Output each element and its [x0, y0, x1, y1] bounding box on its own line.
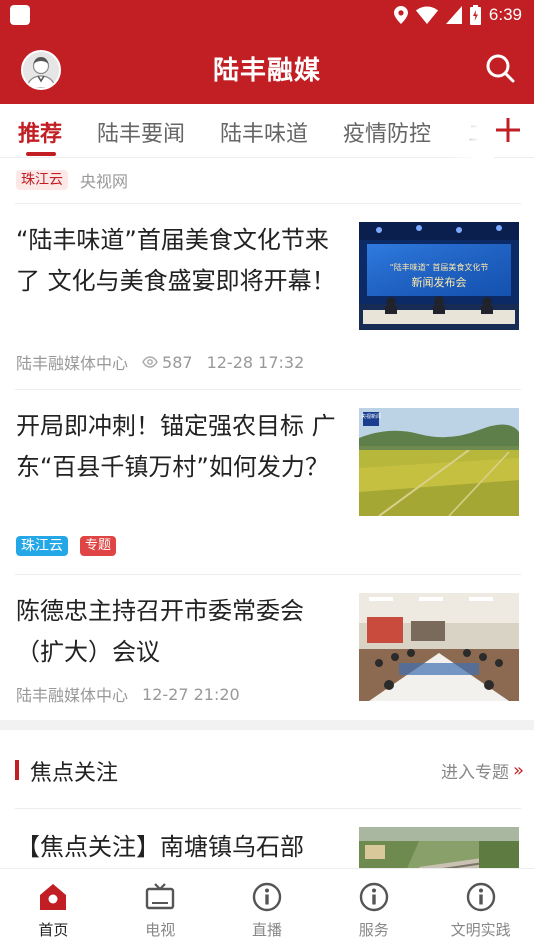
news-logo: 央视新闻	[361, 413, 381, 420]
article-source: 陆丰融媒体中心	[16, 686, 129, 705]
notification-icon	[10, 5, 30, 25]
enter-topic-label: 进入专题	[440, 763, 509, 783]
section-accent-bar	[15, 760, 19, 780]
status-bar: 6:39	[0, 0, 534, 30]
status-time: 6:39	[488, 5, 522, 24]
app-title: 陆丰融媒	[212, 56, 321, 86]
image-caption: 新闻发布会	[412, 275, 467, 289]
nav-label: 服务	[358, 921, 389, 939]
nav-label: 文明实践	[450, 921, 511, 939]
nav-live[interactable]: 直播	[214, 869, 321, 948]
list-item[interactable]: 陈德忠主持召开市委常委会（扩大）会议 陆丰融媒体中心 12-27 21:20	[0, 575, 534, 720]
article-meta: 陆丰融媒体中心 587 12-28 17:32	[16, 350, 304, 374]
info-icon	[466, 882, 495, 912]
article-time: 12-28 17:32	[206, 352, 305, 372]
section-title: 焦点关注	[30, 761, 119, 786]
list-item[interactable]: 开局即冲刺！锚定强农目标 广东“百县千镇万村”如何发力？ 珠江云 专题 央视新闻	[0, 390, 534, 575]
article-title: “陆丰味道”首届美食文化节来了 文化与美食盛宴即将开幕！	[16, 226, 336, 295]
info-icon	[252, 882, 282, 912]
focus-section-header: 焦点关注 进入专题 »	[0, 730, 534, 808]
article-title: 开局即冲刺！锚定强农目标 广东“百县千镇万村”如何发力？	[16, 412, 336, 481]
signal-icon	[445, 6, 462, 24]
enter-topic-link[interactable]: 进入专题 »	[441, 758, 524, 783]
category-tabs: 推荐 陆丰要闻 陆丰味道 疫情防控 二	[0, 104, 534, 158]
tab-epidemic-control[interactable]: 疫情防控	[343, 116, 431, 148]
location-icon	[393, 6, 408, 24]
article-thumbnail	[359, 827, 519, 868]
nav-service[interactable]: 服务	[320, 869, 427, 948]
article-time: 12-27 21:20	[142, 684, 240, 704]
status-icons: 6:39	[393, 3, 522, 27]
app-header: 陆丰融媒	[0, 30, 534, 104]
nav-civilization-practice[interactable]: 文明实践	[427, 869, 534, 948]
nav-label: 直播	[251, 921, 282, 939]
nav-home[interactable]: 首页	[0, 869, 107, 948]
view-count: 587	[142, 353, 193, 372]
list-item[interactable]: 【焦点关注】南塘镇乌石部	[0, 809, 534, 868]
article-meta: 珠江云 专题	[16, 536, 117, 556]
nav-tv[interactable]: 电视	[107, 869, 214, 948]
topic-badge: 专题	[80, 536, 117, 556]
article-title: 【焦点关注】南塘镇乌石部	[16, 833, 304, 861]
section-separator	[0, 720, 534, 730]
image-caption: “陆丰味道” 首届美食文化节	[390, 262, 489, 272]
add-channel-icon[interactable]	[494, 116, 522, 144]
list-item-partial[interactable]: 珠江云 央视网	[16, 168, 128, 192]
bottom-navigation: 首页 电视 直播 服务 文明实践	[0, 868, 534, 948]
article-thumbnail	[359, 593, 519, 701]
wifi-icon	[415, 6, 438, 24]
nav-label: 电视	[145, 921, 176, 939]
article-thumbnail: 央视新闻	[359, 408, 519, 516]
article-title: 陈德忠主持召开市委常委会（扩大）会议	[16, 597, 304, 666]
info-icon	[359, 882, 388, 912]
article-source: 央视网	[80, 172, 129, 191]
tab-recommend[interactable]: 推荐	[18, 116, 62, 148]
eye-icon	[142, 356, 158, 368]
tab-lufeng-news[interactable]: 陆丰要闻	[97, 116, 185, 148]
chevron-right-icon: »	[512, 760, 524, 781]
source-tag: 珠江云	[16, 170, 68, 190]
active-tab-indicator	[26, 152, 56, 156]
nav-label: 首页	[38, 921, 69, 939]
article-meta: 陆丰融媒体中心 12-27 21:20	[16, 682, 240, 706]
battery-icon	[469, 5, 481, 25]
tv-icon	[145, 883, 175, 910]
list-item[interactable]: “陆丰味道”首届美食文化节来了 文化与美食盛宴即将开幕！ 陆丰融媒体中心 587…	[0, 204, 534, 390]
source-tag: 珠江云	[16, 536, 68, 556]
tab-fade	[444, 104, 494, 158]
tab-lufeng-flavor[interactable]: 陆丰味道	[220, 116, 308, 148]
article-thumbnail: “陆丰味道” 首届美食文化节 新闻发布会	[359, 222, 519, 330]
article-source: 陆丰融媒体中心	[16, 354, 129, 373]
news-feed: 珠江云 央视网 “陆丰味道”首届美食文化节来了 文化与美食盛宴即将开幕！ 陆丰融…	[0, 158, 534, 868]
search-icon[interactable]	[484, 52, 516, 84]
home-icon	[40, 884, 67, 910]
